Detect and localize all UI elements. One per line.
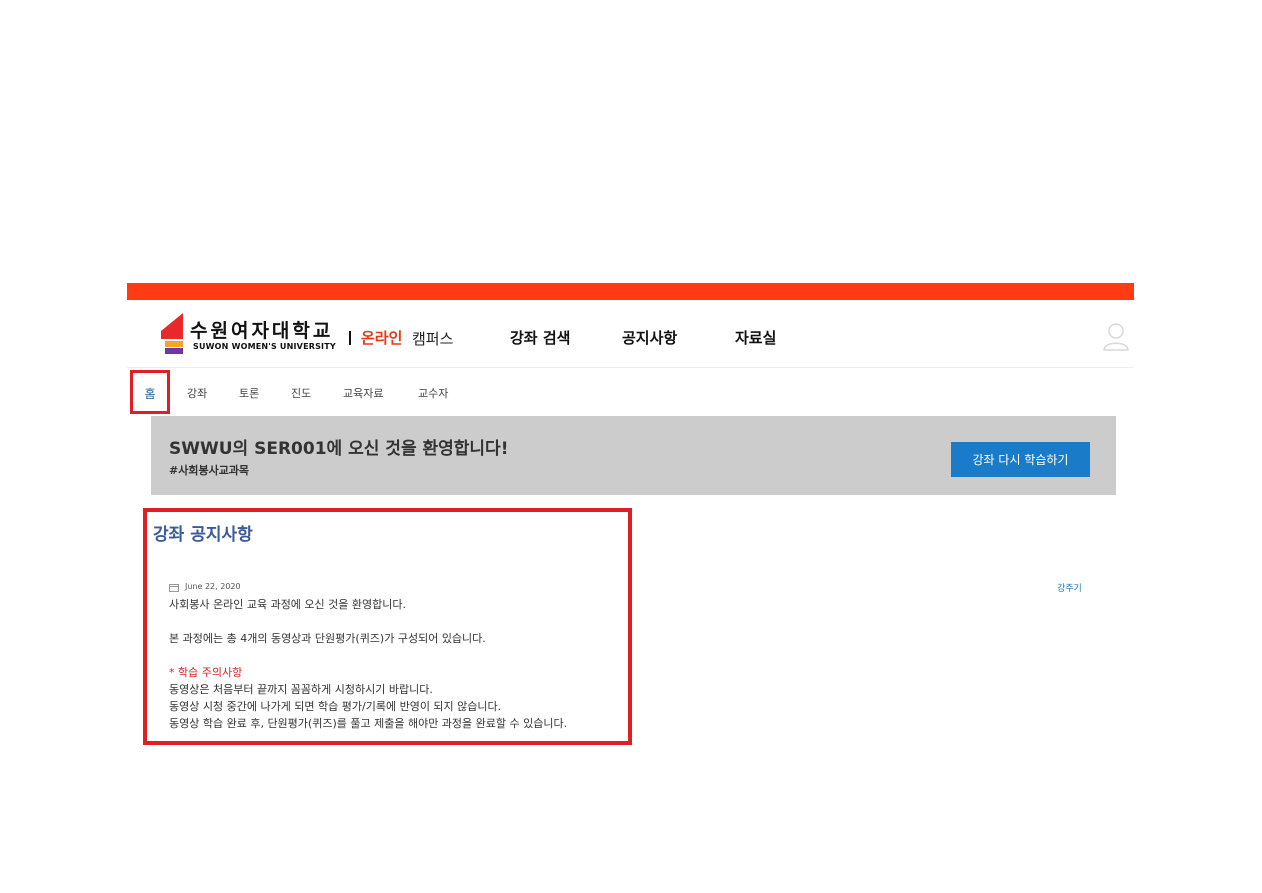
post-line: 동영상은 처음부터 끝까지 꼼꼼하게 시청하시기 바랍니다. (169, 683, 433, 696)
campus-label: 캠퍼스 (412, 330, 454, 348)
university-name-en: SUWON WOMEN'S UNIVERSITY (193, 342, 336, 351)
university-logo[interactable]: 수원여자대학교 SUWON WOMEN'S UNIVERSITY (159, 313, 339, 357)
subnav-home[interactable]: 홈 (130, 370, 170, 414)
post-warning-heading: * 학습 주의사항 (169, 666, 243, 679)
logo-mark-icon (161, 313, 183, 354)
user-icon[interactable] (1102, 321, 1130, 351)
nav-resources[interactable]: 자료실 (735, 327, 776, 348)
online-label: 온라인 (361, 329, 403, 347)
course-banner: SWWU의 SER001에 오신 것을 환영합니다! #사회봉사교과목 강좌 다… (151, 416, 1116, 495)
nav-notices[interactable]: 공지사항 (622, 327, 677, 348)
post-body: 사회봉사 온라인 교육 과정에 오신 것을 환영합니다. 본 과정에는 총 4개… (169, 596, 567, 732)
subnav-home-label: 홈 (144, 387, 156, 401)
header-divider (349, 331, 351, 345)
post-line: 사회봉사 온라인 교육 과정에 오신 것을 환영합니다. (169, 598, 406, 611)
calendar-icon (169, 584, 179, 592)
university-name: 수원여자대학교 (190, 320, 334, 342)
post-line: 본 과정에는 총 4개의 동영상과 단원평가(퀴즈)가 구성되어 있습니다. (169, 632, 486, 645)
nav-course-search[interactable]: 강좌 검색 (510, 327, 570, 348)
lms-frame: 수원여자대학교 SUWON WOMEN'S UNIVERSITY 온라인 캠퍼스… (127, 283, 1134, 753)
site-header: 수원여자대학교 SUWON WOMEN'S UNIVERSITY 온라인 캠퍼스… (127, 300, 1134, 368)
subnav-materials[interactable]: 교육자료 (343, 385, 383, 401)
post-spacer (169, 647, 567, 664)
top-accent-bar (127, 283, 1134, 300)
notice-title[interactable]: 강좌 공지사항 (153, 520, 253, 545)
course-notice-panel: 강좌 공지사항 June 22, 2020 사회봉사 온라인 교육 과정에 오신… (143, 508, 632, 745)
subnav-instructor[interactable]: 교수자 (418, 385, 448, 401)
banner-tag: #사회봉사교과목 (169, 464, 250, 477)
post-spacer (169, 613, 567, 630)
restart-course-button[interactable]: 강좌 다시 학습하기 (951, 442, 1090, 477)
banner-title: SWWU의 SER001에 오신 것을 환영합니다! (169, 439, 509, 459)
subnav-progress[interactable]: 진도 (291, 385, 311, 401)
subnav-discussion[interactable]: 토론 (239, 385, 259, 401)
subnav-course[interactable]: 강좌 (187, 385, 207, 401)
post-line: 동영상 학습 완료 후, 단원평가(퀴즈)를 풀고 제출을 해야만 과정을 완료… (169, 717, 568, 730)
post-line: 동영상 시청 중간에 나가게 되면 학습 평가/기록에 반영이 되지 않습니다. (169, 700, 502, 713)
post-author-link[interactable]: 강주기 (1057, 581, 1082, 594)
post-date: June 22, 2020 (185, 582, 241, 591)
